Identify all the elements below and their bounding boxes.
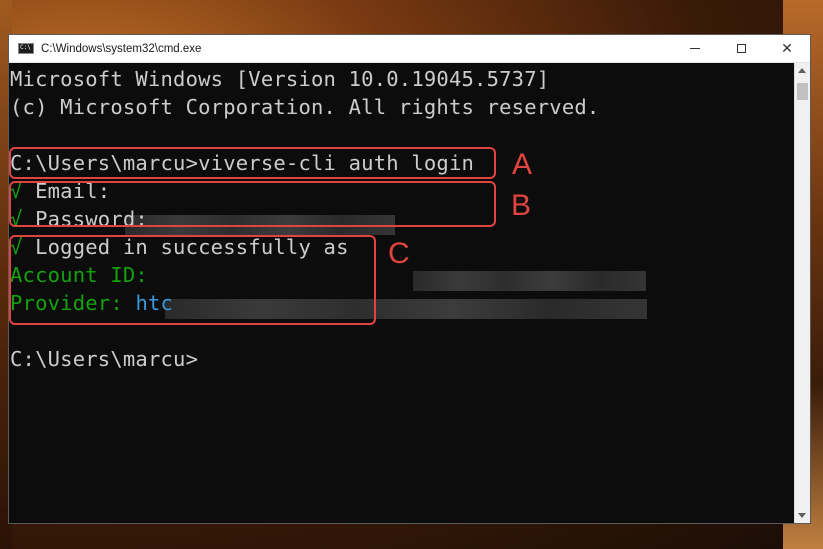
annotation-label-c: C: [388, 237, 410, 270]
close-button[interactable]: ✕: [764, 35, 810, 62]
maximize-button[interactable]: [718, 35, 764, 62]
window-title: C:\Windows\system32\cmd.exe: [41, 42, 202, 55]
scroll-down-icon[interactable]: [798, 513, 806, 518]
header-line-2: (c) Microsoft Corporation. All rights re…: [10, 95, 600, 119]
scroll-up-icon[interactable]: [798, 68, 806, 73]
vertical-scrollbar[interactable]: [794, 63, 810, 523]
annotation-box-a: [9, 147, 496, 179]
cmd-icon[interactable]: [18, 43, 34, 54]
annotation-box-c: [9, 235, 376, 325]
scrollbar-thumb[interactable]: [797, 83, 808, 100]
title-bar[interactable]: C:\Windows\system32\cmd.exe ✕: [9, 35, 810, 63]
prompt-line: C:\Users\marcu>: [10, 347, 199, 371]
cmd-window: C:\Windows\system32\cmd.exe ✕ Microsoft …: [8, 34, 811, 524]
annotation-label-a: A: [512, 148, 533, 181]
minimize-icon: [690, 48, 700, 49]
window-controls: ✕: [672, 35, 810, 62]
minimize-button[interactable]: [672, 35, 718, 62]
close-icon: ✕: [781, 40, 793, 57]
header-line-1: Microsoft Windows [Version 10.0.19045.57…: [10, 67, 550, 91]
annotation-label-b: B: [511, 189, 532, 222]
maximize-icon: [736, 44, 746, 53]
annotation-box-b: [9, 181, 496, 227]
console-output[interactable]: Microsoft Windows [Version 10.0.19045.57…: [9, 63, 795, 523]
redacted-username: [413, 271, 646, 291]
